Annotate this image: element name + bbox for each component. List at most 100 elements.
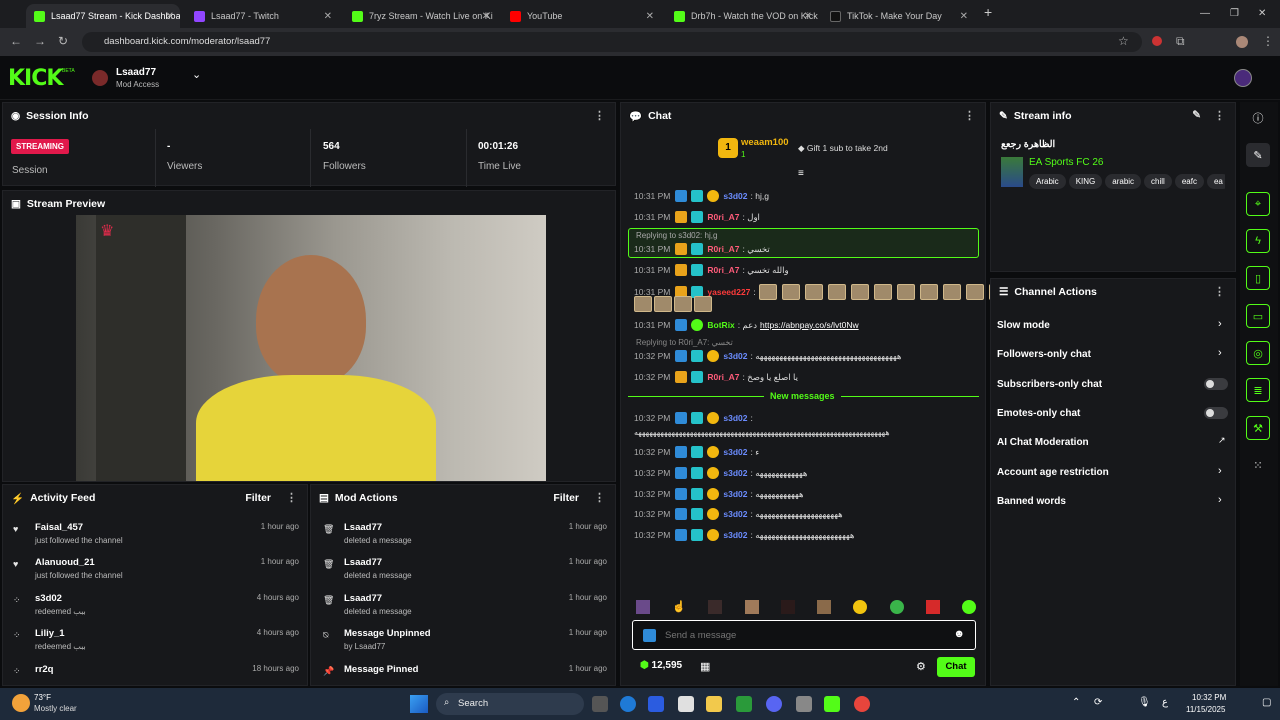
tab-drb7h[interactable]: Drb7h - Watch the VOD on Kick ✕ [666,4,818,28]
apps-icon[interactable]: ⁙ [1246,453,1270,477]
more-icon[interactable]: ⋮ [1214,109,1225,122]
weather-icon[interactable] [12,694,30,712]
chevron-right-icon[interactable]: › [1218,318,1222,330]
file-explorer-icon[interactable] [706,696,722,712]
emote[interactable] [853,600,868,614]
close-icon[interactable]: ✕ [960,11,968,22]
list-item[interactable]: ♥ Faisal_457 just followed the channel 1 ho… [13,522,299,545]
chat-message[interactable]: 10:32 PM R0ri_A7: يا اصلع يا وصخ [634,371,798,383]
close-icon[interactable]: ✕ [646,11,654,22]
tab-kick-dashboard[interactable]: Lsaad77 Stream - Kick Dashboa ✕ [26,4,180,28]
emote[interactable] [925,600,940,614]
banned-words-row[interactable]: Banned words [997,496,1066,507]
chat-input[interactable] [665,627,945,643]
chat-message[interactable]: 10:32 PM s3d02: ههههههههههههههههههههههههه… [634,350,901,362]
store-icon[interactable] [678,696,694,712]
category-thumbnail[interactable] [1001,157,1023,187]
slow-mode-row[interactable]: Slow mode [997,320,1050,331]
chevron-down-icon[interactable]: ⌄ [192,68,201,81]
send-chat-button[interactable]: Chat [937,657,975,677]
tag[interactable]: chill [1144,174,1172,189]
new-tab-button[interactable]: + [984,4,992,20]
forward-icon[interactable]: → [34,34,46,48]
kick-app-icon[interactable] [824,696,840,712]
pencil-icon[interactable]: ✎ [1246,143,1270,167]
user-avatar[interactable] [1234,69,1252,87]
emote[interactable] [780,600,795,614]
close-icon[interactable]: ✕ [804,11,812,22]
tab-twitch[interactable]: Lsaad77 - Twitch ✕ [186,4,338,28]
settings-icon[interactable] [796,696,812,712]
avatar[interactable] [92,70,108,86]
tag[interactable]: eafc [1174,174,1204,189]
chat-link[interactable]: https://abnpay.co/s/lvt0Nw [760,320,859,330]
more-icon[interactable]: ⋮ [964,109,975,122]
emote[interactable] [817,600,832,614]
task-view-icon[interactable] [592,696,608,712]
channel-points[interactable]: ⬢ 12,595 [640,660,682,671]
close-icon[interactable]: ✕ [324,11,332,22]
extensions-puzzle-icon[interactable]: ⧉ [1176,34,1185,49]
discord-icon[interactable] [766,696,782,712]
chat-message[interactable]: 10:32 PM s3d02: ء [634,446,759,458]
taskbar-search[interactable]: ⌕ Search [436,693,584,715]
ai-moderation-row[interactable]: AI Chat Moderation [997,437,1089,448]
tag[interactable]: Arabic [1029,174,1066,189]
xbox-icon[interactable] [736,696,752,712]
list-item[interactable]: ⍉ Message Unpinned by Lsaad77 1 hour ago [323,628,607,651]
chat-input-box[interactable]: ☻ [632,620,976,650]
wrench-icon[interactable]: ⚒ [1246,416,1270,440]
tab-youtube[interactable]: YouTube ✕ [502,4,660,28]
list-item[interactable]: ♥ Alanuoud_21 just followed the channel 1 h… [13,557,299,580]
clock-date[interactable]: 11/15/2025 [1186,705,1225,714]
tag[interactable]: ea [1206,174,1225,189]
edit-icon[interactable]: ✎ [1192,109,1201,121]
chat-message[interactable]: 10:32 PM s3d02: ههههههههههههههههههههههههه [634,529,854,541]
close-window-button[interactable]: ✕ [1258,8,1266,19]
chat-message[interactable]: 10:31 PM s3d02: hj,g [634,190,769,202]
chat-message[interactable]: 10:31 PM R0ri_A7: اول [634,211,760,223]
filter-button[interactable]: Filter [245,492,271,504]
lightning-icon[interactable]: ϟ [1246,229,1270,253]
account-age-row[interactable]: Account age restriction [997,467,1109,478]
emote[interactable] [961,600,976,614]
chat-bubble-icon[interactable]: ▭ [1246,304,1270,328]
chat-message[interactable]: 10:31 PM R0ri_A7: والله تخسي [634,264,789,276]
list-item[interactable]: 🗑 Lsaad77 deleted a message 1 hour ago [323,522,607,545]
list-item[interactable]: 🗑 Lsaad77 deleted a message 1 hour ago [323,557,607,580]
chat-message[interactable]: 10:31 PM BotRix: دعم https://abnpay.co/s/l… [634,319,859,331]
emotes-only-toggle[interactable] [1204,407,1228,419]
collapse-icon[interactable]: ≡ [798,168,804,179]
subscribers-only-row[interactable]: Subscribers-only chat [997,379,1102,390]
tray-icon[interactable]: ⟳ [1094,697,1102,708]
store-icon[interactable]: ▦ [700,660,710,673]
url-field[interactable]: dashboard.kick.com/moderator/lsaad77 [82,32,1142,52]
top-gifter-name[interactable]: weaam100 [741,137,789,148]
notifications-icon[interactable]: ▢ [1262,697,1271,708]
edge-icon[interactable] [620,696,636,712]
chat-message[interactable]: 10:32 PM s3d02: [634,412,753,424]
category-link[interactable]: EA Sports FC 26 [1029,157,1103,168]
settings-gear-icon[interactable]: ⚙ [916,660,926,673]
extension-icon[interactable] [1152,36,1162,46]
emote[interactable] [889,600,904,614]
emote[interactable]: ☝ [672,600,686,614]
windows-start-icon[interactable] [410,695,428,713]
tag[interactable]: arabic [1105,174,1142,189]
tab-tiktok[interactable]: TikTok - Make Your Day ✕ [822,4,974,28]
video-player[interactable]: ♛ [76,215,546,481]
more-icon[interactable]: ⋮ [594,491,605,504]
chevron-right-icon[interactable]: › [1218,465,1222,477]
chevron-up-icon[interactable]: ⌃ [1072,697,1080,708]
language-icon[interactable]: ع [1162,697,1168,708]
mic-icon[interactable]: 🎙 [1138,697,1151,708]
filter-button[interactable]: Filter [553,492,579,504]
list-item[interactable]: ⁘ s3d02 redeemed ببب 4 hours ago [13,593,299,616]
close-icon[interactable]: ✕ [166,11,174,22]
list-item[interactable]: 📌 Message Pinned 1 hour ago [323,664,607,676]
chrome-icon[interactable] [854,696,870,712]
more-icon[interactable]: ⋮ [1214,285,1225,298]
channel-username[interactable]: Lsaad77 [116,67,156,78]
emoji-picker-icon[interactable]: ☻ [953,628,965,640]
list-item[interactable]: 🗑 Lsaad77 deleted a message 1 hour ago [323,593,607,616]
